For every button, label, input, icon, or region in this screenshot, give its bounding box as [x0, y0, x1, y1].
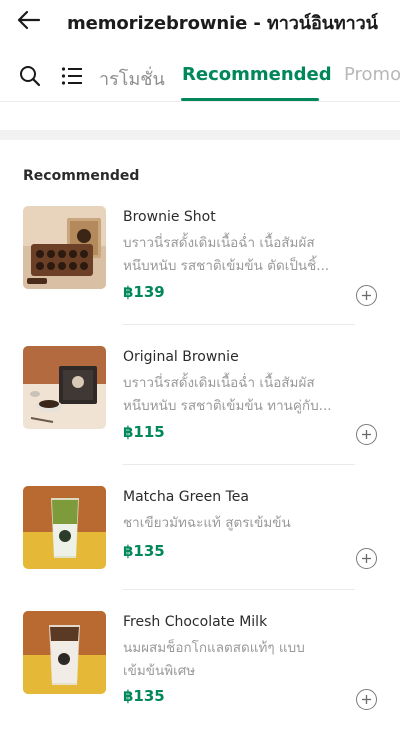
product-name: Brownie Shot	[123, 209, 216, 225]
item-divider	[123, 589, 355, 590]
add-to-cart-button[interactable]	[356, 424, 377, 445]
product-name: Matcha Green Tea	[123, 489, 249, 505]
product-image	[23, 346, 106, 429]
product-name: Original Brownie	[123, 349, 239, 365]
category-list-button[interactable]	[60, 64, 84, 88]
item-divider	[123, 464, 355, 465]
product-description-line: ชาเขียวมัทฉะแท้ สูตรเข้มข้น	[123, 515, 291, 531]
product-name: Fresh Chocolate Milk	[123, 614, 268, 630]
list-icon	[61, 67, 82, 85]
store-title: memorizebrownie - ทาวน์อินทาวน์	[67, 13, 378, 34]
section-separator	[0, 130, 400, 140]
product-description-line: เข้มข้นพิเศษ	[123, 663, 196, 679]
app-header: memorizebrownie - ทาวน์อินทาวน์	[0, 0, 400, 44]
product-description-line: บราวนี่รสดั้งเดิมเนื้อฉ่ำ เนื้อสัมผัส	[123, 375, 315, 391]
product-image	[23, 611, 106, 694]
product-description: ชาเขียวมัทฉะแท้ สูตรเข้มข้น	[123, 512, 338, 535]
section-title: Recommended	[23, 168, 140, 184]
plus-icon	[362, 695, 371, 704]
add-to-cart-button[interactable]	[356, 689, 377, 710]
product-price: ฿139	[123, 283, 165, 301]
tab-promo[interactable]: Promo	[344, 64, 400, 85]
product-description-line: นมผสมช็อกโกแลตสดแท้ๆ แบบ	[123, 640, 305, 656]
product-description: บราวนี่รสดั้งเดิมเนื้อฉ่ำ เนื้อสัมผัส หน…	[123, 372, 338, 418]
tab-recommended[interactable]: Recommended	[182, 64, 332, 85]
product-price: ฿115	[123, 423, 165, 441]
add-to-cart-button[interactable]	[356, 285, 377, 306]
tab-promotion[interactable]: ารโมชั่น	[99, 64, 165, 93]
product-price: ฿135	[123, 542, 165, 560]
tabs-divider	[0, 101, 400, 102]
search-icon	[20, 66, 41, 87]
plus-icon	[362, 430, 371, 439]
product-description: บราวนี่รสดั้งเดิมเนื้อฉ่ำ เนื้อสัมผัส หน…	[123, 232, 338, 278]
add-to-cart-button[interactable]	[356, 548, 377, 569]
back-button[interactable]	[14, 6, 44, 34]
product-description-line: หนึบหนับ รสชาติเข้มข้น ตัดเป็นชิ้...	[123, 258, 330, 274]
product-description-line: บราวนี่รสดั้งเดิมเนื้อฉ่ำ เนื้อสัมผัส	[123, 235, 315, 251]
item-divider	[123, 324, 355, 325]
search-button[interactable]	[18, 64, 42, 88]
product-image	[23, 206, 106, 289]
product-image	[23, 486, 106, 569]
arrow-left-icon	[17, 10, 41, 30]
product-description-line: หนึบหนับ รสชาติเข้มข้น ทานคู่กับ...	[123, 398, 332, 414]
plus-icon	[362, 554, 371, 563]
plus-icon	[362, 291, 371, 300]
product-description: นมผสมช็อกโกแลตสดแท้ๆ แบบ เข้มข้นพิเศษ	[123, 637, 338, 683]
product-price: ฿135	[123, 687, 165, 705]
category-tab-bar: ารโมชั่น Recommended Promo	[0, 50, 400, 102]
